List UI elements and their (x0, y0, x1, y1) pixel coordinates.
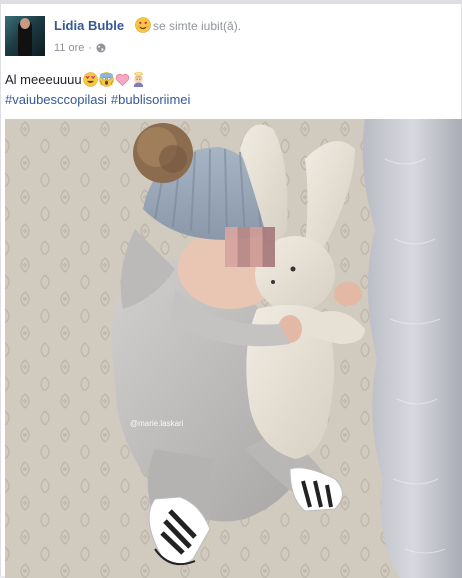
baby-angel-emoji (133, 72, 143, 87)
pink-heart-emoji (115, 73, 129, 87)
post-hashtags: #vaiubesccopilasi #bublisoriimei (5, 92, 194, 107)
post-message: Al meeeuuuu (5, 72, 146, 87)
post-meta: 11 ore · (54, 42, 106, 54)
privacy-blur (225, 227, 275, 267)
feeling-text: se simte iubit(ă). (153, 19, 242, 33)
avatar-head (20, 18, 30, 29)
photo-watermark: @marie.laskari (130, 419, 184, 428)
hashtag-link[interactable]: #vaiubesccopilasi (5, 92, 107, 107)
screaming-face-emoji (98, 72, 114, 87)
heart-eyes-emoji (82, 72, 98, 87)
post-timestamp[interactable]: 11 ore (54, 42, 84, 54)
baby-hand (334, 282, 362, 306)
hashtag-link[interactable]: #bublisoriimei (111, 92, 190, 107)
message-text: Al meeeuuuu (5, 72, 82, 87)
in-love-face-icon (135, 17, 151, 33)
meta-separator: · (88, 42, 93, 54)
photo-illustration (5, 119, 462, 578)
feed-post: Lidia Buble se simte iubit(ă). 11 ore · … (0, 0, 462, 578)
author-avatar[interactable] (5, 16, 45, 56)
globe-icon[interactable] (96, 43, 106, 53)
post-photo[interactable]: @marie.laskari (5, 119, 462, 578)
author-name[interactable]: Lidia Buble (54, 18, 124, 33)
